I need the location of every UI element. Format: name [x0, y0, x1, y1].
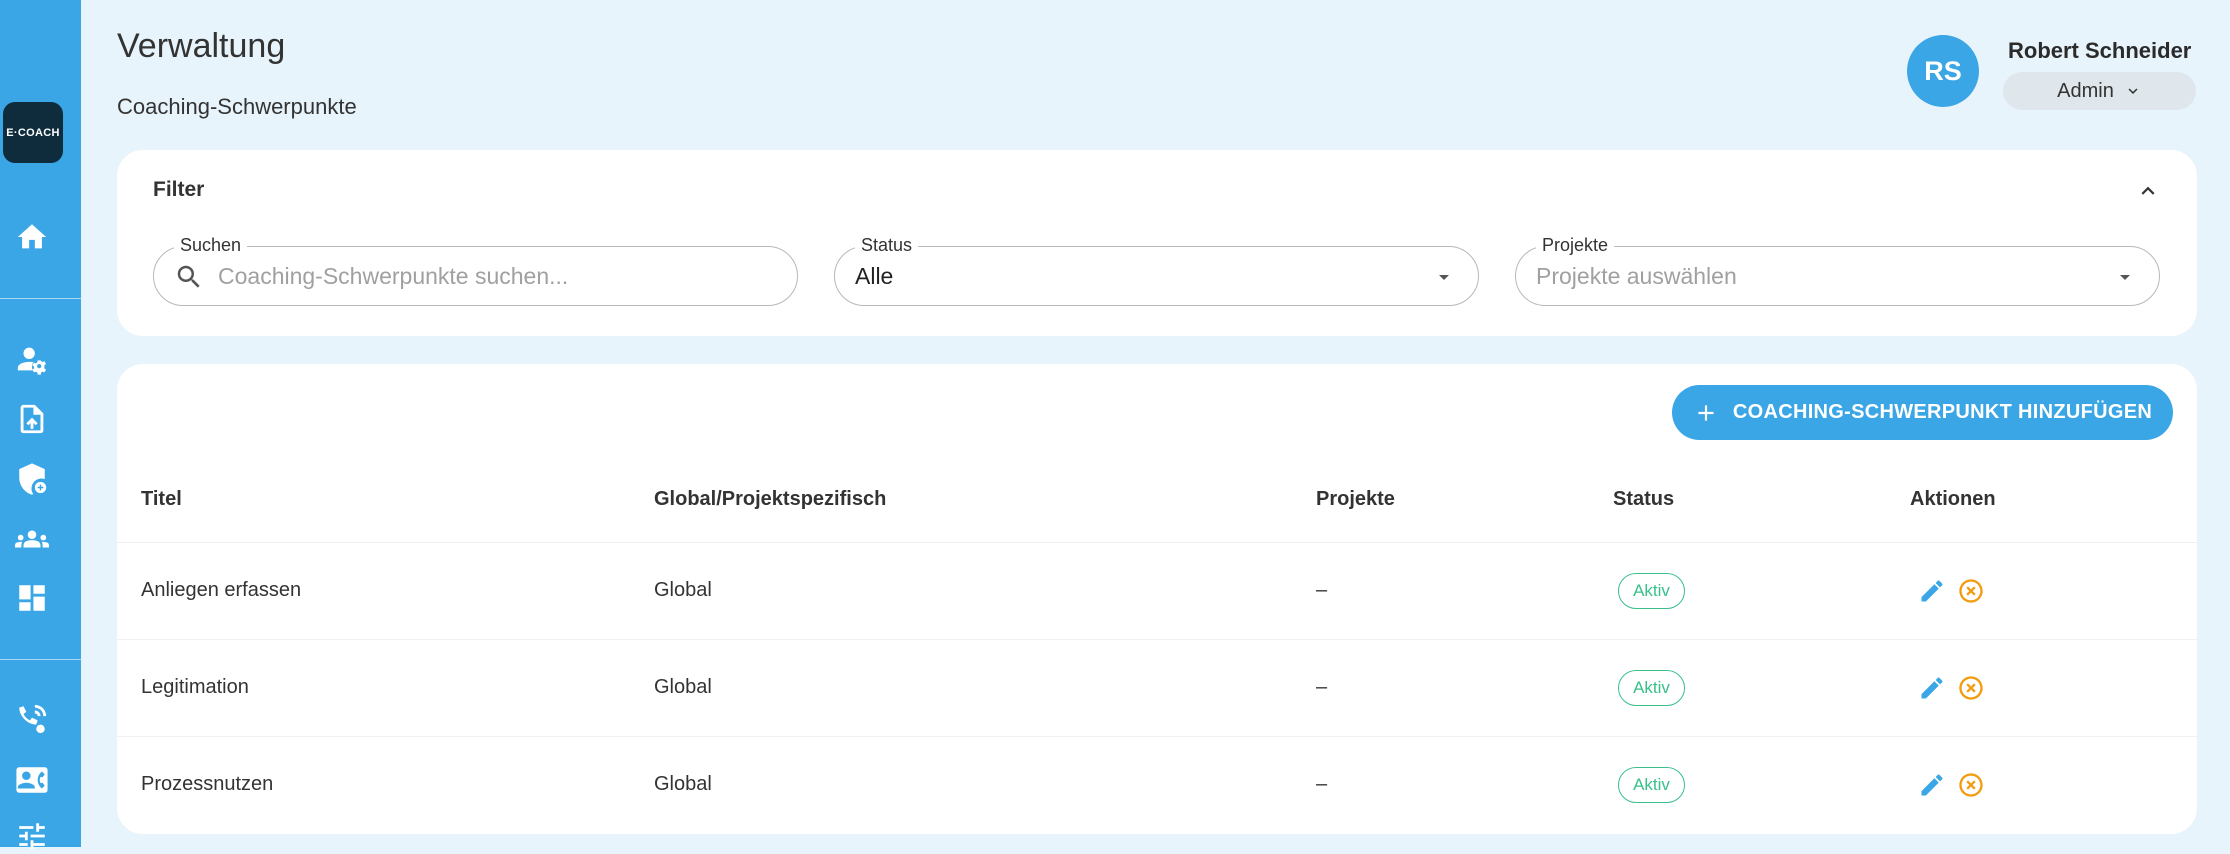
table-row: Legitimation Global – Aktiv [117, 639, 2197, 736]
page-subtitle: Coaching-Schwerpunkte [117, 94, 357, 119]
collapse-button[interactable] [2135, 178, 2161, 204]
page-title: Verwaltung [117, 27, 286, 65]
status-badge: Aktiv [1618, 573, 1685, 609]
avatar[interactable]: RS [1907, 35, 1979, 107]
role-selector[interactable]: Admin [2003, 72, 2196, 110]
search-input[interactable]: Suchen Coaching-Schwerpunkte suchen... [153, 235, 798, 306]
contact-card-icon[interactable] [14, 762, 50, 798]
table-panel: COACHING-SCHWERPUNKT HINZUFÜGEN Titel Gl… [117, 364, 2197, 834]
row-title: Legitimation [141, 676, 249, 698]
table-row: Anliegen erfassen Global – Aktiv [117, 542, 2197, 639]
add-coaching-focus-button[interactable]: COACHING-SCHWERPUNKT HINZUFÜGEN [1672, 385, 2173, 440]
column-header-status[interactable]: Status [1613, 488, 1674, 511]
dashboard-icon[interactable] [14, 580, 50, 616]
column-header-title[interactable]: Titel [141, 488, 182, 511]
shield-add-icon[interactable] [14, 461, 50, 497]
add-button-label: COACHING-SCHWERPUNKT HINZUFÜGEN [1732, 401, 2153, 423]
row-title: Prozessnutzen [141, 773, 274, 795]
plus-icon [1698, 404, 1714, 421]
search-icon [174, 262, 204, 292]
role-label: Admin [2057, 79, 2114, 102]
projects-label: Projekte [1536, 235, 1615, 256]
status-badge: Aktiv [1618, 767, 1685, 803]
projects-placeholder: Projekte auswählen [1536, 263, 1737, 289]
sliders-icon[interactable] [14, 818, 50, 854]
sidebar-divider [0, 298, 81, 299]
row-scope: Global [654, 579, 712, 601]
dropdown-arrow-icon [2113, 265, 2137, 289]
column-header-scope[interactable]: Global/Projektspezifisch [654, 488, 886, 511]
row-projects: – [1316, 676, 1328, 698]
dropdown-arrow-icon [1432, 265, 1456, 289]
column-header-actions: Aktionen [1910, 488, 1996, 510]
row-scope: Global [654, 676, 712, 698]
search-placeholder: Coaching-Schwerpunkte suchen... [218, 263, 569, 289]
search-label: Suchen [174, 235, 248, 256]
status-value: Alle [855, 263, 894, 289]
chevron-up-icon [2141, 186, 2155, 195]
filter-title: Filter [153, 178, 205, 201]
row-projects: – [1316, 579, 1328, 601]
chevron-down-icon [2128, 88, 2138, 94]
group-icon[interactable] [14, 521, 50, 557]
row-scope: Global [654, 773, 712, 795]
status-select[interactable]: Status Alle [834, 235, 1479, 306]
user-settings-icon[interactable] [14, 341, 50, 377]
home-icon[interactable] [14, 219, 50, 255]
projects-select[interactable]: Projekte Projekte auswählen [1515, 235, 2160, 306]
table-row: Prozessnutzen Global – Aktiv [117, 736, 2197, 833]
deactivate-icon[interactable] [1956, 673, 1986, 703]
sidebar-divider [0, 659, 81, 660]
edit-icon[interactable] [1917, 770, 1947, 800]
status-label: Status [855, 235, 919, 256]
status-badge: Aktiv [1618, 670, 1685, 706]
sidebar: E·COACH [0, 0, 81, 849]
call-icon[interactable] [14, 701, 50, 737]
column-header-projects[interactable]: Projekte [1316, 488, 1395, 511]
user-name: Robert Schneider [2008, 38, 2192, 63]
deactivate-icon[interactable] [1956, 770, 1986, 800]
app-logo[interactable]: E·COACH [3, 102, 63, 163]
file-upload-icon[interactable] [14, 401, 50, 437]
filter-panel: Filter Suchen Coaching-Schwerpunkte such… [117, 150, 2197, 336]
edit-icon[interactable] [1917, 673, 1947, 703]
row-projects: – [1316, 773, 1328, 795]
edit-icon[interactable] [1917, 576, 1947, 606]
deactivate-icon[interactable] [1956, 576, 1986, 606]
row-title: Anliegen erfassen [141, 579, 302, 601]
